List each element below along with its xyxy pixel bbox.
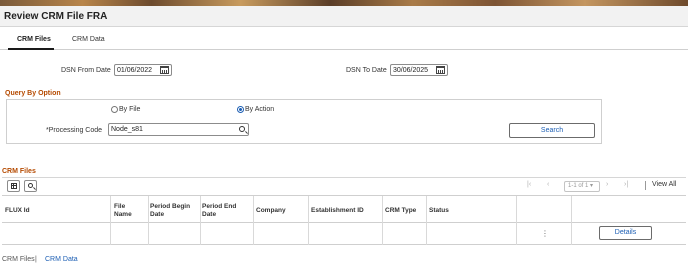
footer-link-crm-data[interactable]: CRM Data	[45, 256, 78, 263]
title-bar: Review CRM File FRA	[0, 6, 688, 27]
crm-files-grid: FLUX Id File Name Period Begin Date Peri…	[2, 195, 686, 245]
grid-personalize-icon	[11, 183, 17, 189]
tab-bar: CRM Files CRM Data	[0, 32, 688, 50]
calendar-icon[interactable]	[160, 66, 169, 74]
grid-personalize-button[interactable]	[7, 180, 20, 192]
details-button[interactable]: Details	[599, 226, 652, 240]
column-header-period-end-date: Period End Date	[202, 203, 237, 218]
row-actions-menu-icon[interactable]: ⋮	[541, 229, 549, 238]
last-page-icon[interactable]: ›|	[624, 181, 628, 188]
first-page-icon[interactable]: |‹	[527, 181, 531, 188]
column-header-flux-id: FLUX Id	[5, 207, 30, 214]
active-tab-indicator	[8, 48, 54, 50]
crm-files-grid-title: CRM Files	[2, 168, 36, 175]
processing-code-field[interactable]: Node_s81	[108, 123, 249, 136]
column-header-establishment-id: Establishment ID	[311, 207, 364, 214]
processing-code-label: *Processing Code	[46, 127, 103, 134]
dsn-to-date-field[interactable]: 30/06/2025	[390, 64, 448, 76]
column-header-company: Company	[256, 207, 286, 214]
dsn-to-date-label: DSN To Date	[346, 67, 387, 74]
grid-find-button[interactable]	[24, 180, 37, 192]
dsn-from-date-label: DSN From Date	[61, 67, 111, 74]
column-header-crm-type: CRM Type	[385, 207, 417, 214]
page-range-select[interactable]: 1-1 of 1 ▾	[564, 181, 600, 192]
table-row: ⋮ Details	[2, 223, 686, 245]
processing-code-value: Node_s81	[111, 126, 143, 133]
previous-page-icon[interactable]: ‹	[547, 181, 549, 188]
toolbar-separator	[645, 181, 646, 190]
by-action-label: By Action	[245, 106, 275, 113]
dsn-from-date-value: 01/06/2022	[117, 67, 153, 74]
column-header-status: Status	[429, 207, 449, 214]
tab-crm-data[interactable]: CRM Data	[72, 36, 105, 43]
grid-toolbar: |‹ ‹ 1-1 of 1 ▾ › ›| View All	[2, 177, 686, 194]
search-button[interactable]: Search	[509, 123, 595, 138]
by-action-radio[interactable]	[237, 106, 244, 113]
tab-crm-files[interactable]: CRM Files	[17, 36, 51, 43]
column-header-period-begin-date: Period Begin Date	[150, 203, 191, 218]
grid-header-row: FLUX Id File Name Period Begin Date Peri…	[2, 196, 686, 223]
dsn-to-date-value: 30/06/2025	[393, 67, 429, 74]
by-file-radio[interactable]	[111, 106, 118, 113]
calendar-icon[interactable]	[436, 66, 445, 74]
page-title: Review CRM File FRA	[4, 11, 108, 22]
by-file-label: By File	[119, 106, 141, 113]
grid-find-icon	[28, 183, 33, 188]
column-header-file-name: File Name	[114, 203, 132, 218]
query-by-option-title: Query By Option	[5, 90, 61, 97]
page-range-text: 1-1 of 1	[568, 183, 589, 189]
footer-link-crm-files[interactable]: CRM Files	[2, 256, 35, 263]
next-page-icon[interactable]: ›	[606, 181, 608, 188]
footer-divider: |	[35, 256, 37, 263]
search-icon[interactable]	[239, 126, 245, 132]
dsn-from-date-field[interactable]: 01/06/2022	[114, 64, 172, 76]
view-all-link[interactable]: View All	[652, 181, 676, 188]
